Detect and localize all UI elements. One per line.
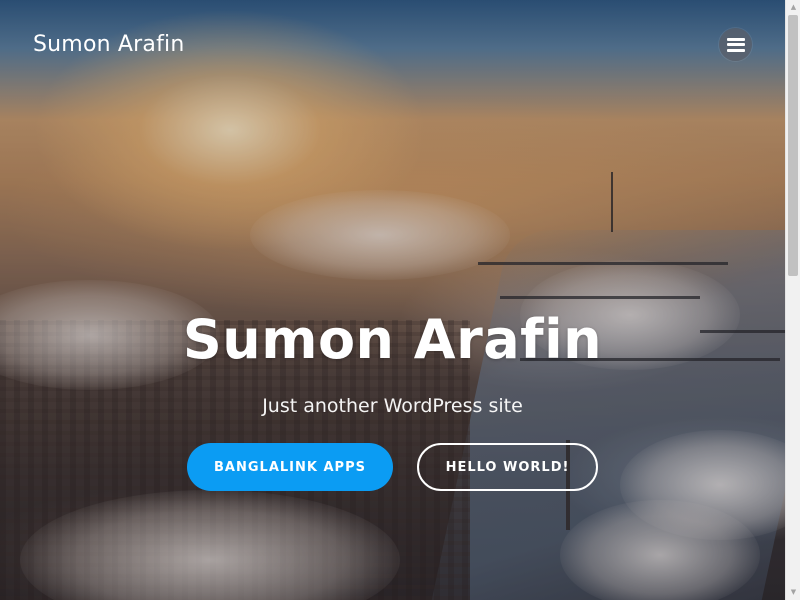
hero-heading: Sumon Arafin — [182, 308, 603, 371]
hamburger-bar — [726, 43, 745, 46]
scrollbar-thumb[interactable] — [788, 15, 798, 276]
hero-buttons: BANGLALINK APPS HELLO WORLD! — [0, 443, 785, 491]
vertical-scrollbar[interactable]: ▲ ▼ — [785, 0, 800, 600]
banglalink-apps-button[interactable]: BANGLALINK APPS — [187, 443, 393, 491]
menu-toggle-button[interactable] — [719, 28, 752, 61]
hamburger-bar — [726, 37, 745, 41]
hello-world-button[interactable]: HELLO WORLD! — [417, 443, 598, 491]
scroll-up-arrow-icon[interactable]: ▲ — [786, 0, 800, 15]
hamburger-menu-icon — [726, 37, 745, 52]
hamburger-bar — [726, 48, 745, 52]
site-title-link[interactable]: Sumon Arafin — [33, 30, 185, 60]
hero-tagline: Just another WordPress site — [262, 395, 523, 417]
page-viewport: Sumon Arafin Sumon Arafin Just another W… — [0, 0, 800, 600]
scroll-down-arrow-icon[interactable]: ▼ — [786, 585, 800, 600]
hero-content: Sumon Arafin Just another WordPress site — [0, 300, 785, 418]
